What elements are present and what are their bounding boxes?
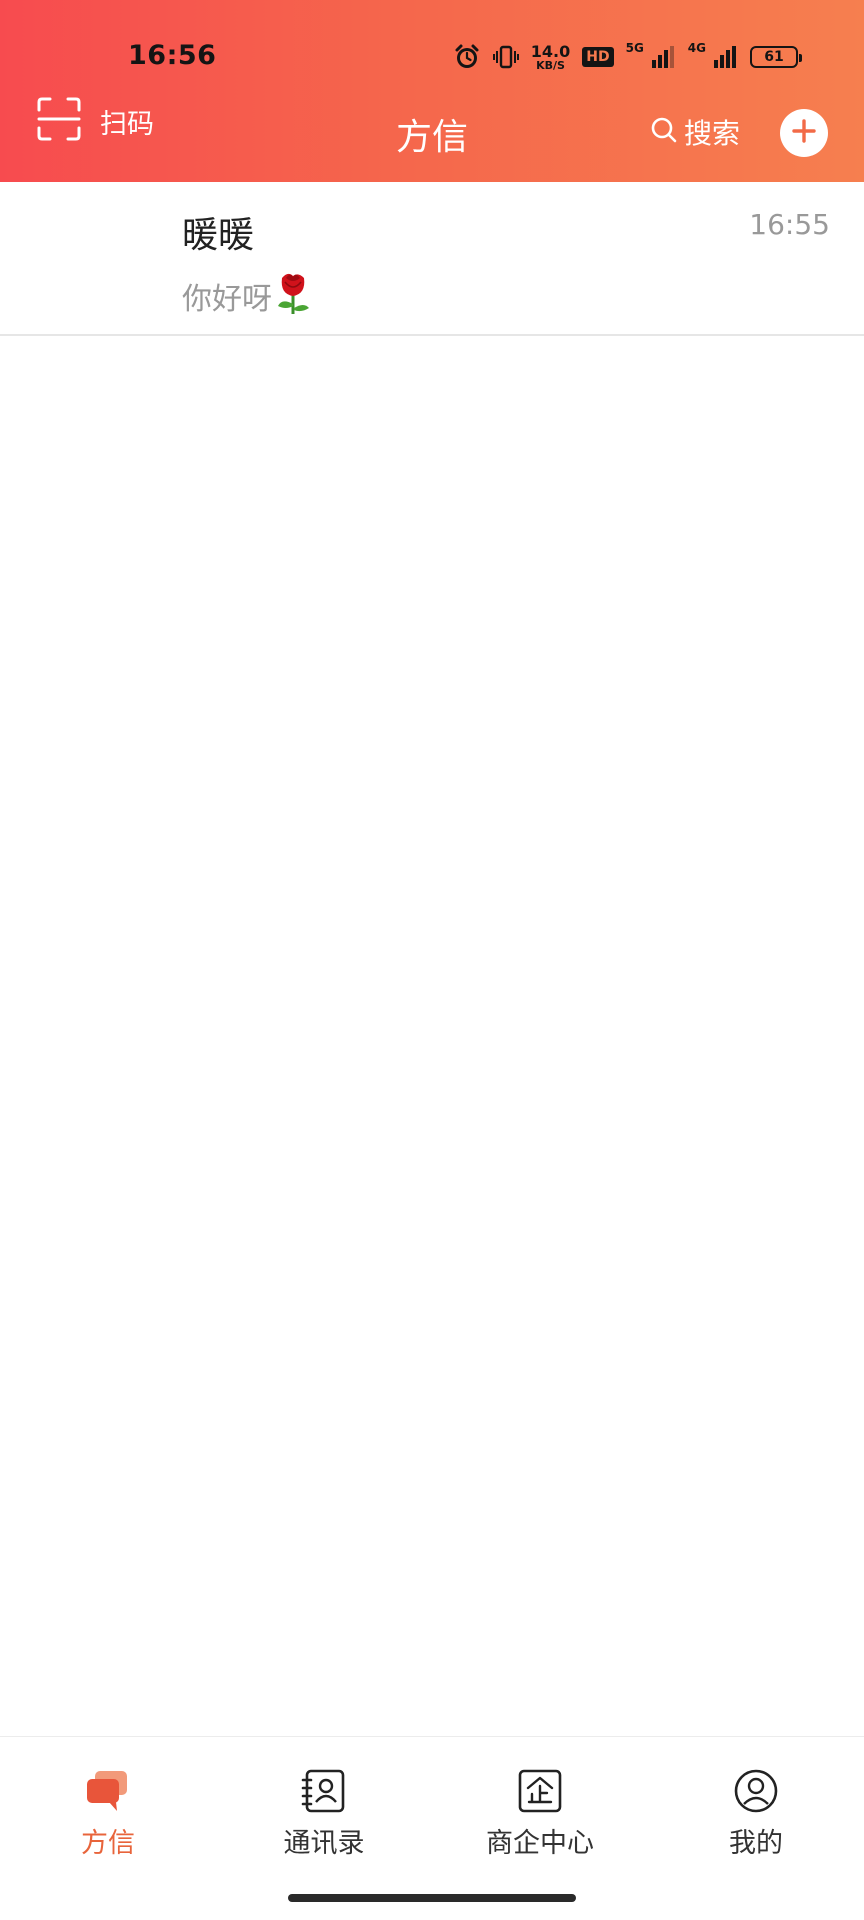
tab-enterprise-center[interactable]: 商企中心 [432, 1737, 648, 1877]
tab-contacts[interactable]: 通讯录 [216, 1737, 432, 1877]
avatar [40, 212, 132, 304]
profile-icon [732, 1767, 780, 1815]
bottom-tab-bar: 方信 通讯录 商企中心 我的 [0, 1736, 864, 1877]
status-icons: 14.0 KB/S HD 5G 4G 61 [453, 40, 802, 74]
battery-level: 61 [764, 49, 784, 65]
plus-icon [791, 118, 817, 148]
scan-button[interactable]: 扫码 [36, 96, 154, 146]
tab-label: 商企中心 [486, 1828, 594, 1859]
enterprise-icon [516, 1767, 564, 1815]
vibrate-icon [492, 43, 519, 71]
conversation-time: 16:55 [749, 208, 830, 241]
conversation-list: 暖暖 16:55 你好呀 [0, 182, 864, 336]
add-button[interactable] [780, 109, 828, 157]
conversation-preview-text: 你好呀 [182, 282, 272, 317]
header-bar: 16:56 14.0 KB/S HD 5G 4G 61 扫码 方信 搜索 [0, 0, 864, 182]
scan-label: 扫码 [100, 108, 154, 140]
signal-icon [712, 44, 738, 70]
search-button[interactable]: 搜索 [650, 112, 740, 152]
alarm-icon [453, 43, 481, 71]
conversation-preview: 你好呀 [182, 268, 312, 324]
tab-label: 通讯录 [283, 1828, 365, 1859]
network-5g-label: 5G [625, 41, 644, 55]
status-bar: 16:56 14.0 KB/S HD 5G 4G 61 [0, 0, 864, 90]
net-speed-value: 14.0 [530, 41, 571, 61]
conversation-name: 暖暖 [182, 215, 255, 256]
conversation-item[interactable]: 暖暖 16:55 你好呀 [0, 182, 864, 336]
contacts-book-icon [300, 1767, 348, 1815]
rose-emoji-icon [274, 268, 312, 324]
tab-label: 我的 [729, 1828, 783, 1859]
net-speed-unit: KB/S [536, 58, 565, 72]
app-screen: 16:56 14.0 KB/S HD 5G 4G 61 扫码 方信 搜索 暖暖 … [0, 0, 864, 1920]
search-label: 搜索 [684, 117, 741, 150]
search-icon [650, 116, 678, 148]
chat-icon [84, 1767, 132, 1815]
battery-icon: 61 [750, 46, 802, 68]
scan-icon [36, 96, 82, 146]
tab-fangxin[interactable]: 方信 [0, 1737, 216, 1877]
home-indicator[interactable] [288, 1894, 576, 1902]
tab-label: 方信 [81, 1828, 135, 1859]
signal-icon [650, 44, 676, 70]
network-4g-label: 4G [687, 41, 706, 55]
status-time: 16:56 [128, 40, 217, 71]
hd-badge: HD [582, 47, 614, 67]
tab-mine[interactable]: 我的 [648, 1737, 864, 1877]
net-speed: 14.0 KB/S [530, 41, 571, 72]
